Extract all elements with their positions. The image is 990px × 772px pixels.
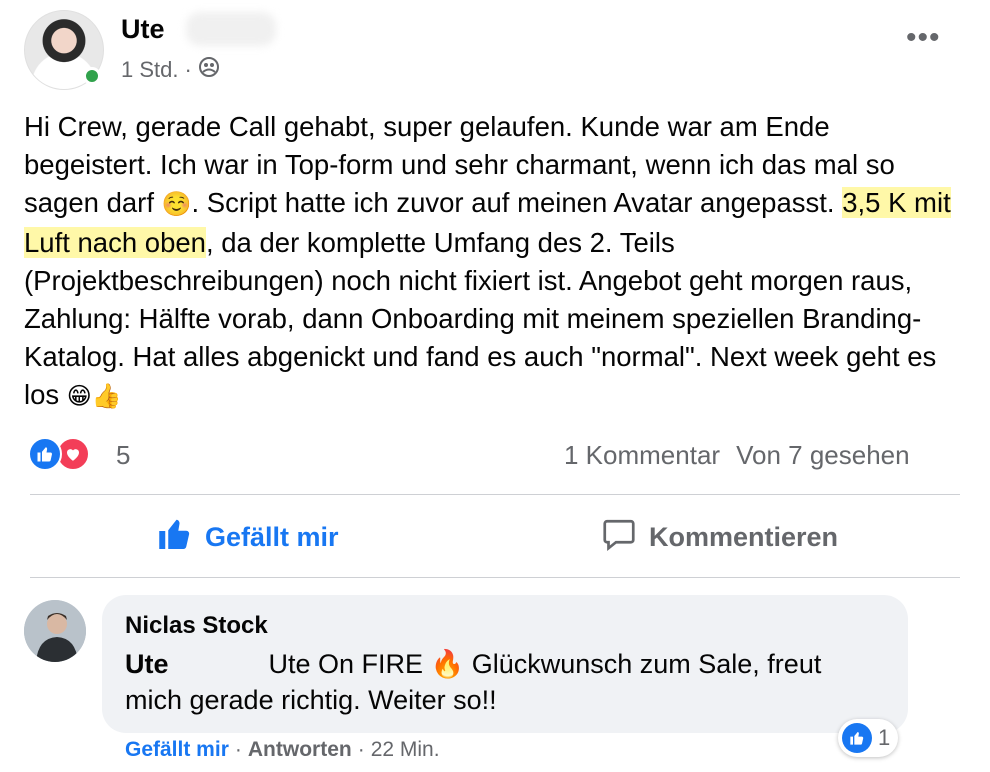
fire-emoji-icon: 🔥 [430, 649, 465, 679]
mention-tag[interactable]: Ute [125, 649, 169, 679]
post-text-part2: . Script hatte ich zuvor auf meinen Avat… [191, 187, 843, 218]
meta-separator: · [184, 57, 192, 82]
thumbs-up-icon [157, 516, 193, 559]
comment-text-part2: Glückwunsch zum Sale, freut mich gerade … [125, 649, 822, 715]
online-status-indicator [83, 67, 101, 85]
divider-bottom [30, 577, 960, 578]
like-reaction-icon [842, 723, 872, 753]
more-options-icon[interactable]: ••• [906, 23, 941, 53]
comment-author[interactable]: Niclas Stock [125, 612, 268, 640]
group-icon [198, 56, 220, 84]
like-button-label: Gefällt mir [205, 521, 339, 552]
post-body: Hi Crew, gerade Call gehabt, super gelau… [24, 108, 964, 416]
post-timestamp[interactable]: 1 Std. [121, 57, 178, 83]
comment-reaction-count: 1 [878, 725, 891, 750]
comment-action-separator: · [357, 738, 365, 761]
comment-reply-link[interactable]: Antworten [248, 738, 352, 762]
post-stats: 1 Kommentar Von 7 gesehen [564, 440, 910, 471]
comment-reaction-badge[interactable]: 1 [838, 719, 899, 757]
comment-button[interactable]: Kommentieren [601, 512, 838, 562]
divider-top [30, 494, 960, 495]
comment-text-part1: Ute On FIRE [268, 649, 431, 679]
reaction-icons[interactable] [28, 437, 90, 471]
smile-emoji-icon: ☺️ [161, 191, 192, 218]
seen-count[interactable]: Von 7 gesehen [736, 440, 910, 470]
comment-count[interactable]: 1 Kommentar [564, 440, 720, 470]
like-button[interactable]: Gefällt mir [157, 512, 339, 562]
grin-thumbs-up-emoji-icon: 😁👍 [66, 383, 122, 410]
comment-actions: Gefällt mir · Antworten · 22 Min. [125, 738, 440, 762]
like-reaction-icon [28, 437, 62, 471]
speech-bubble-icon [601, 516, 637, 559]
post-meta: 1 Std. · [121, 56, 220, 84]
commenter-avatar[interactable] [24, 600, 86, 662]
comment-like-link[interactable]: Gefällt mir [125, 738, 229, 762]
blurred-surname [186, 12, 276, 46]
comment-button-label: Kommentieren [649, 521, 839, 552]
comment-action-separator: · [234, 738, 242, 761]
comment-timestamp[interactable]: 22 Min. [371, 738, 440, 762]
post-author-name[interactable]: Ute [121, 14, 165, 45]
reaction-count[interactable]: 5 [116, 440, 130, 471]
comment-text: Ute Ute On FIRE 🔥 Glückwunsch zum Sale, f… [125, 646, 885, 718]
